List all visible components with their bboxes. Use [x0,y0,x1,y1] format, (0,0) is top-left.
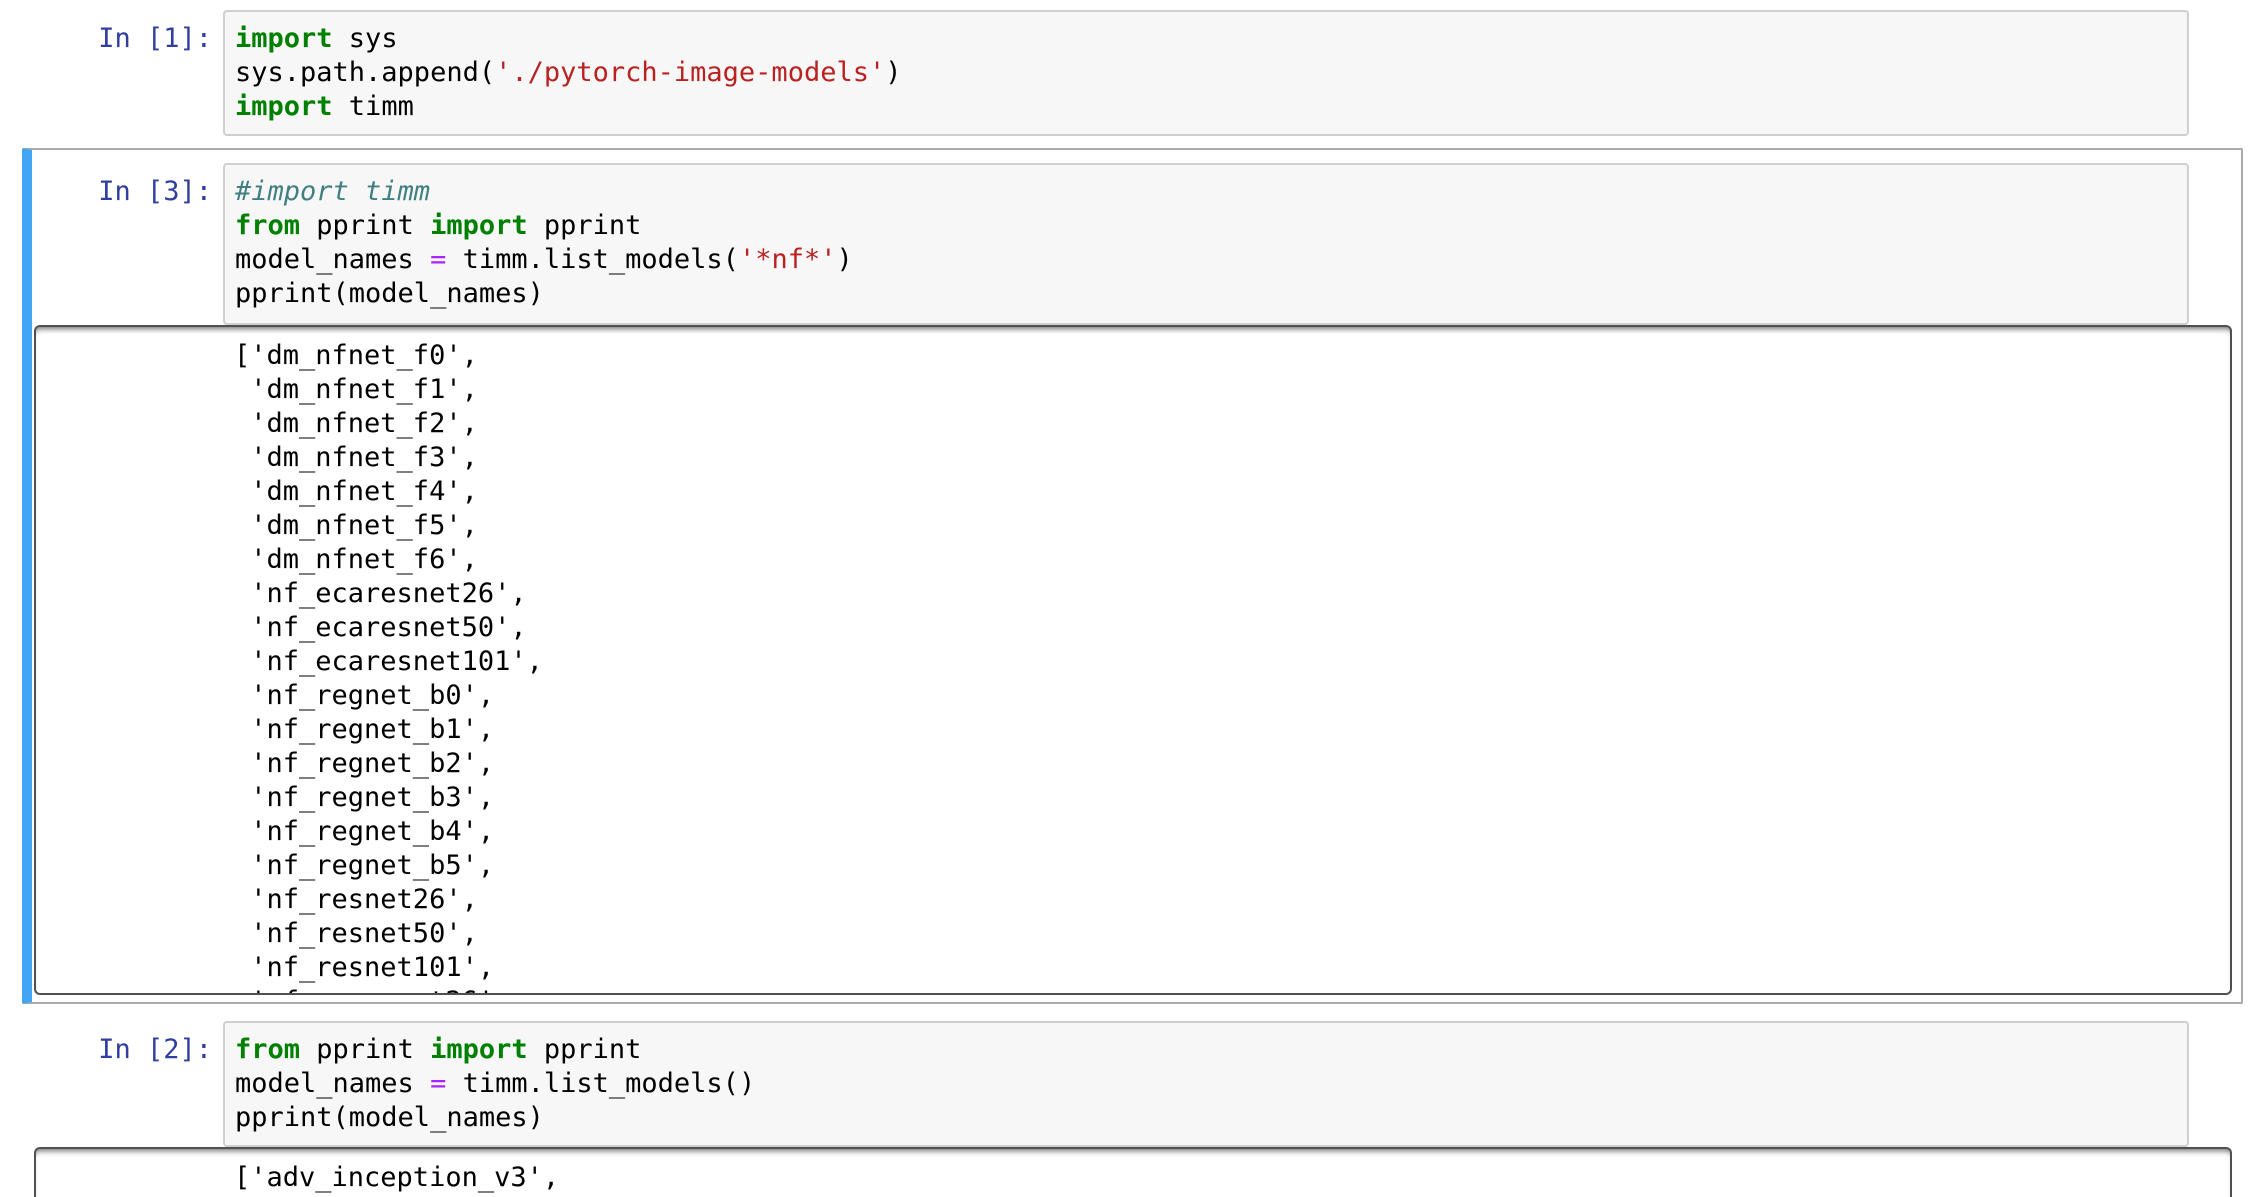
code-token: pprint(model_names) [235,1102,544,1133]
code-keyword: import [430,210,528,241]
code-editor[interactable]: import sys sys.path.append('./pytorch-ima… [235,22,902,124]
code-operator: = [430,244,447,275]
code-token: sys [332,23,398,54]
notebook-page: In [1]: import sys sys.path.append('./pyt… [0,0,2265,1197]
cell-prompt: In [2]: [98,1034,212,1065]
code-line: from pprint import pprint [235,1033,755,1067]
output-line: 'nf_resnet101', [234,952,495,983]
cell-input-area[interactable]: #import timm from pprint import pprint mod… [223,163,2189,325]
code-string: './pytorch-image-models' [495,57,886,88]
code-line: #import timm [235,175,853,209]
output-line: 'nf_regnet_b2', [234,748,495,779]
cell-output-text: ['dm_nfnet_f0', 'dm_nfnet_f1', 'dm_nfnet… [234,339,543,993]
cell-input-area[interactable]: from pprint import pprint model_names = t… [223,1021,2189,1147]
code-line: sys.path.append('./pytorch-image-models'… [235,56,902,90]
code-editor[interactable]: #import timm from pprint import pprint mod… [235,175,853,311]
cell-output-text: ['adv_inception_v3', [234,1161,559,1195]
output-line: 'nf_ecaresnet101', [234,646,543,677]
code-token: timm.list_models( [446,244,739,275]
code-line: model_names = timm.list_models() [235,1067,755,1101]
output-line: 'dm_nfnet_f3', [234,442,478,473]
code-token: ) [885,57,902,88]
code-token: pprint [300,1034,431,1065]
code-keyword: from [235,1034,301,1065]
code-token: pprint [300,210,431,241]
code-token: model_names [235,244,431,275]
cell-input-area[interactable]: import sys sys.path.append('./pytorch-ima… [223,10,2189,136]
code-line: model_names = timm.list_models('*nf*') [235,243,853,277]
code-operator: = [430,1068,447,1099]
output-line: 'nf_regnet_b3', [234,782,495,813]
code-editor[interactable]: from pprint import pprint model_names = t… [235,1033,755,1135]
code-line: import sys [235,22,902,56]
code-keyword: import [235,91,333,122]
output-line: 'nf_regnet_b4', [234,816,495,847]
output-line: 'nf_seresnet26', [234,985,543,993]
output-line: 'dm_nfnet_f5', [234,510,478,541]
output-line: ['dm_nfnet_f0', [234,340,478,371]
output-line: 'nf_ecaresnet26', [234,578,527,609]
output-line: 'nf_ecaresnet50', [234,612,527,643]
code-token: timm [332,91,414,122]
output-line: 'nf_regnet_b1', [234,714,495,745]
code-token: pprint [527,210,642,241]
output-line: 'dm_nfnet_f6', [234,544,478,575]
code-token: timm.list_models() [446,1068,756,1099]
output-line: 'nf_resnet26', [234,884,478,915]
code-keyword: import [235,23,333,54]
code-keyword: import [430,1034,528,1065]
code-token: model_names [235,1068,431,1099]
cell-output-scroll-area[interactable]: ['dm_nfnet_f0', 'dm_nfnet_f1', 'dm_nfnet… [34,325,2232,995]
code-line: from pprint import pprint [235,209,853,243]
output-line: 'dm_nfnet_f1', [234,374,478,405]
code-token: pprint [527,1034,642,1065]
output-line: 'nf_regnet_b5', [234,850,495,881]
code-comment: #import timm [235,176,431,207]
code-line: pprint(model_names) [235,1101,755,1135]
output-line: 'dm_nfnet_f4', [234,476,478,507]
output-line: 'nf_regnet_b0', [234,680,495,711]
cell-prompt: In [1]: [98,23,212,54]
code-line: pprint(model_names) [235,277,853,311]
code-line: import timm [235,90,902,124]
cell-output-scroll-area[interactable]: ['adv_inception_v3', [34,1147,2232,1197]
cell-prompt: In [3]: [98,176,212,207]
code-keyword: from [235,210,301,241]
output-line: ['adv_inception_v3', [234,1162,560,1193]
code-token: pprint(model_names) [235,278,544,309]
output-line: 'dm_nfnet_f2', [234,408,478,439]
code-token: sys.path.append( [235,57,496,88]
code-string: '*nf*' [738,244,837,275]
code-token: ) [836,244,853,275]
output-line: 'nf_resnet50', [234,918,478,949]
